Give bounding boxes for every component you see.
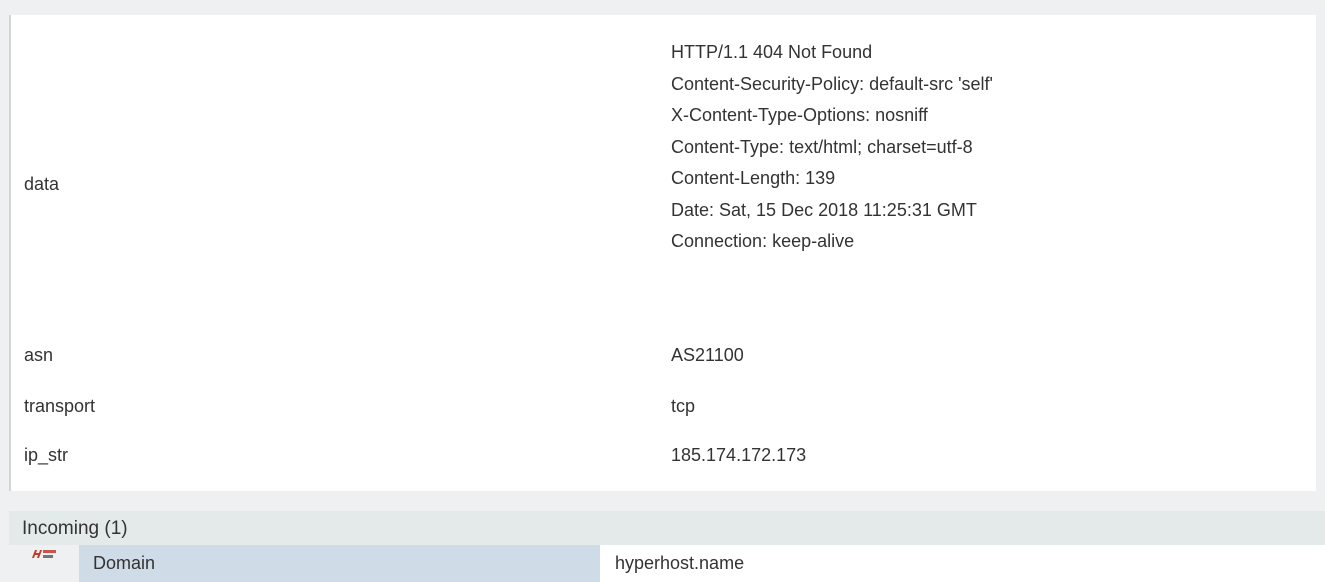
http-header-line: Date: Sat, 15 Dec 2018 11:25:31 GMT (671, 199, 977, 220)
detail-value: AS21100 (671, 345, 744, 365)
incoming-row[interactable]: Domain hyperhost.name (9, 545, 1325, 582)
http-header-line: X-Content-Type-Options: nosniff (671, 105, 928, 125)
http-header-line: Content-Security-Policy: default-src 'se… (671, 73, 993, 94)
incoming-section-header[interactable]: Incoming (1) (9, 511, 1325, 545)
domain-label-cell: Domain (79, 545, 600, 582)
domain-value-cell[interactable]: hyperhost.name (600, 545, 1325, 582)
detail-key: ip_str (24, 445, 69, 465)
http-response-block: HTTP/1.1 404 Not Found Content-Security-… (671, 37, 993, 258)
details-panel: data HTTP/1.1 404 Not Found Content-Secu… (9, 15, 1316, 491)
detail-row-data: data HTTP/1.1 404 Not Found Content-Secu… (11, 15, 1316, 334)
http-header-line: Content-Length: 139 (671, 168, 836, 188)
http-header-line: Connection: keep-alive (671, 231, 855, 251)
detail-value: tcp (671, 396, 696, 416)
domain-label: Domain (93, 553, 156, 573)
http-header-line: Content-Type: text/html; charset=utf-8 (671, 136, 973, 157)
detail-key: transport (24, 396, 96, 416)
hyperhost-logo-icon (32, 550, 56, 558)
page: data HTTP/1.1 404 Not Found Content-Secu… (0, 0, 1325, 582)
incoming-title: Incoming (1) (22, 518, 128, 539)
detail-value: 185.174.172.173 (671, 445, 807, 465)
detail-key: data (24, 174, 60, 194)
http-header-line: HTTP/1.1 404 Not Found (671, 42, 873, 62)
domain-link[interactable]: hyperhost.name (615, 553, 744, 574)
detail-key: asn (24, 345, 54, 365)
